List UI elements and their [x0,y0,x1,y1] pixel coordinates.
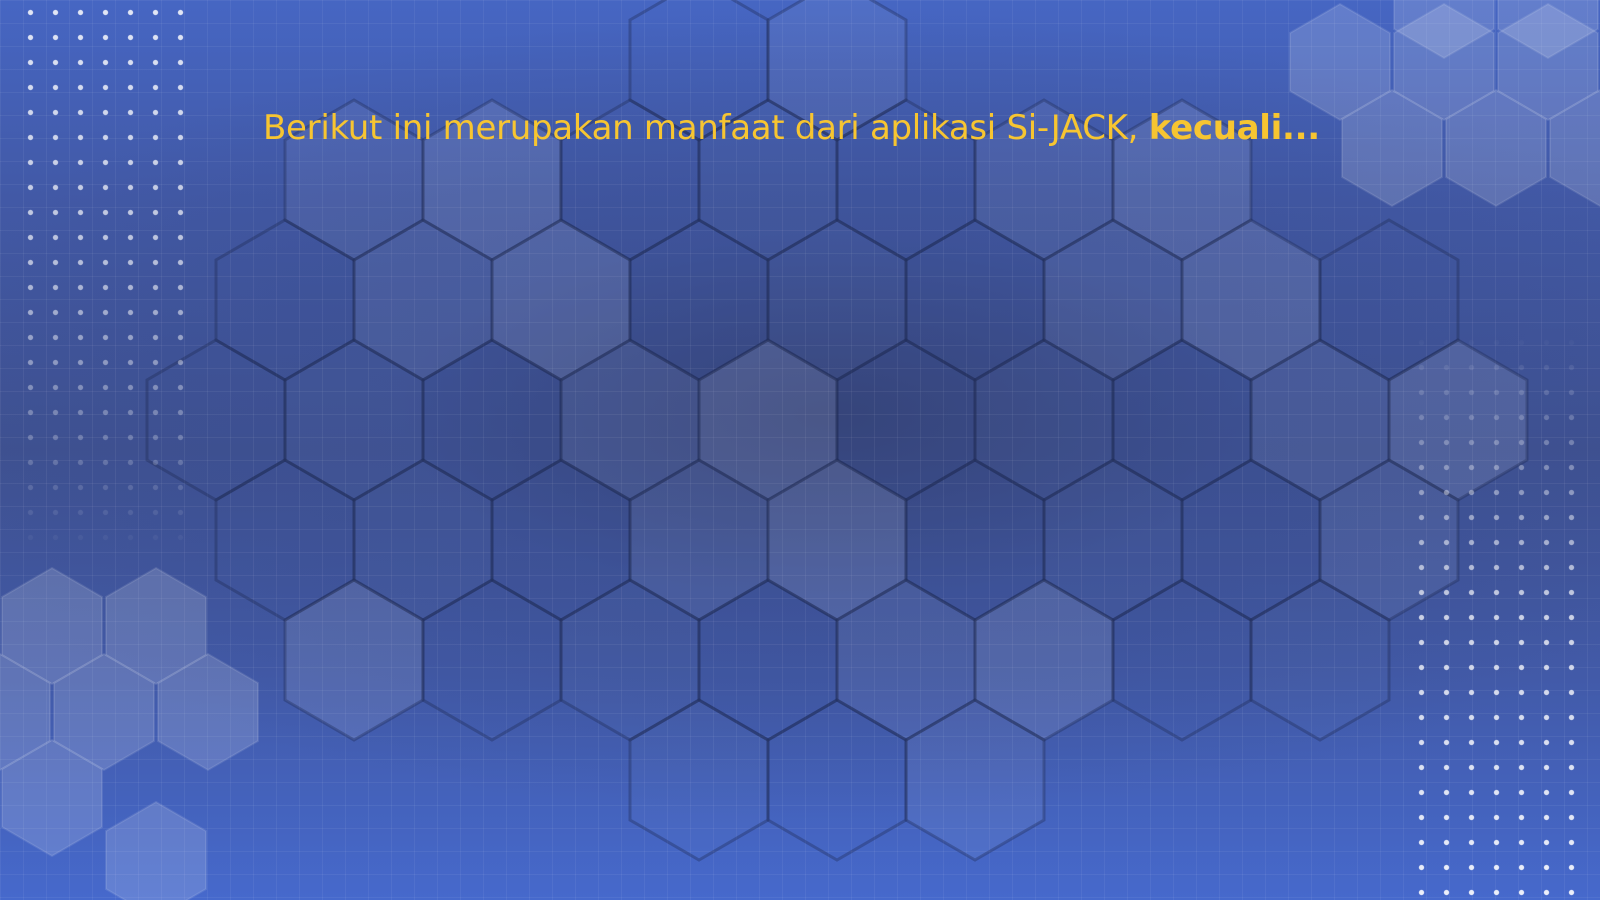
quiz-slide: Berikut ini merupakan manfaat dari aplik… [0,0,1600,900]
dot-pattern-right [1409,330,1585,900]
dot-pattern-left [18,0,194,560]
question-lead: Berikut ini merupakan manfaat dari aplik… [263,108,1149,148]
question-text: Berikut ini merupakan manfaat dari aplik… [263,104,1463,152]
hexagon-tile [105,801,207,900]
question-emphasis: kecuali... [1148,108,1320,148]
